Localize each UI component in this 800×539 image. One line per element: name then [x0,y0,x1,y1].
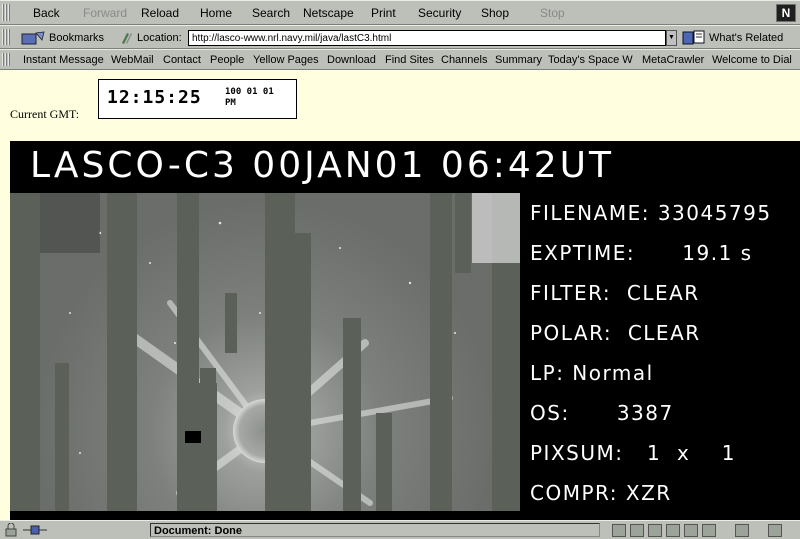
meta-pixsum: PIXSUM: 1 x 1 [530,441,736,465]
meta-exptime: EXPTIME: 19.1 s [530,241,753,265]
news-icon[interactable] [702,524,716,537]
meta-lp: LP: Normal [530,361,654,385]
security-lock-icon[interactable] [3,523,19,537]
personal-link-channels[interactable]: Channels [441,54,487,66]
personal-link-todays-space-weather[interactable]: Today's Space W [548,54,633,66]
meta-polar: POLAR: CLEAR [530,321,701,345]
print-button[interactable]: Print [371,6,396,20]
personal-link-instant-message[interactable]: Instant Message [23,54,104,66]
toolbar-grip[interactable] [2,4,11,21]
mail-icon[interactable] [630,524,644,537]
lasco-title: LASCO-C3 00JAN01 06:42UT [30,145,614,186]
offline-icon[interactable] [735,524,749,537]
stop-button[interactable]: Stop [540,6,565,20]
back-button[interactable]: Back [33,6,60,20]
meta-os: OS: 3387 [530,401,674,425]
search-button[interactable]: Search [252,6,290,20]
coronagraph-image [10,193,520,511]
personal-link-download[interactable]: Download [327,54,376,66]
netscape-logo-icon[interactable]: N [776,4,796,22]
gmt-label: Current GMT: [10,107,80,121]
shopping-icon[interactable] [768,524,782,537]
toolbar-grip[interactable] [2,53,11,66]
composer-icon[interactable] [666,524,680,537]
personal-link-summary[interactable]: Summary [495,54,542,66]
status-bar: Document: Done [0,520,800,539]
personal-link-find-sites[interactable]: Find Sites [385,54,434,66]
whats-related-button[interactable]: What's Related [682,30,783,46]
page-proxy-icon[interactable] [120,31,134,45]
meta-filename: FILENAME: 33045795 [530,201,772,225]
toolbar-grip[interactable] [2,29,11,45]
address-book-icon[interactable] [684,524,698,537]
reload-button[interactable]: Reload [141,6,179,20]
location-dropdown-button[interactable]: ▼ [666,30,677,46]
lasco-image-applet: LASCO-C3 00JAN01 06:42UT FILENAME: 33045… [10,141,800,520]
personal-link-welcome-to-dial[interactable]: Welcome to Dial [712,54,792,66]
forward-button[interactable]: Forward [83,6,127,20]
personal-link-people[interactable]: People [210,54,244,66]
location-input[interactable] [188,30,666,46]
clock-date: 100 01 01 [225,87,274,97]
clock-ampm: PM [225,98,236,108]
shop-button[interactable]: Shop [481,6,509,20]
security-button[interactable]: Security [418,6,461,20]
bookmarks-menu[interactable]: Bookmarks [20,31,104,45]
navigation-toolbar: Back Forward Reload Home Search Netscape… [0,0,800,25]
gmt-clock-applet: 12:15:25 100 01 01 PM [98,79,297,119]
personal-link-metacrawler[interactable]: MetaCrawler [642,54,704,66]
personal-link-yellow-pages[interactable]: Yellow Pages [253,54,319,66]
personal-link-contact[interactable]: Contact [163,54,201,66]
bookmarks-icon [21,31,45,45]
connection-icon [23,525,47,535]
clock-time: 12:15:25 [107,87,202,108]
meta-filter: FILTER: CLEAR [530,281,700,305]
personal-link-webmail[interactable]: WebMail [111,54,154,66]
status-text: Document: Done [150,523,600,537]
personal-toolbar: Instant Message WebMail Contact People Y… [0,49,800,70]
whats-related-icon [682,30,705,45]
instant-messenger-icon[interactable] [648,524,662,537]
location-label: Location: [137,32,182,44]
navigator-icon[interactable] [612,524,626,537]
netscape-button[interactable]: Netscape [303,6,354,20]
location-toolbar: Bookmarks Location: ▼ What's Related [0,25,800,49]
page-content[interactable]: Current GMT: 12:15:25 100 01 01 PM LASCO… [0,70,800,520]
home-button[interactable]: Home [200,6,232,20]
bookmarks-label: Bookmarks [49,32,105,44]
meta-compr: COMPR: XZR [530,481,672,505]
whats-related-label: What's Related [709,32,784,44]
location-label-group: Location: [120,31,182,45]
